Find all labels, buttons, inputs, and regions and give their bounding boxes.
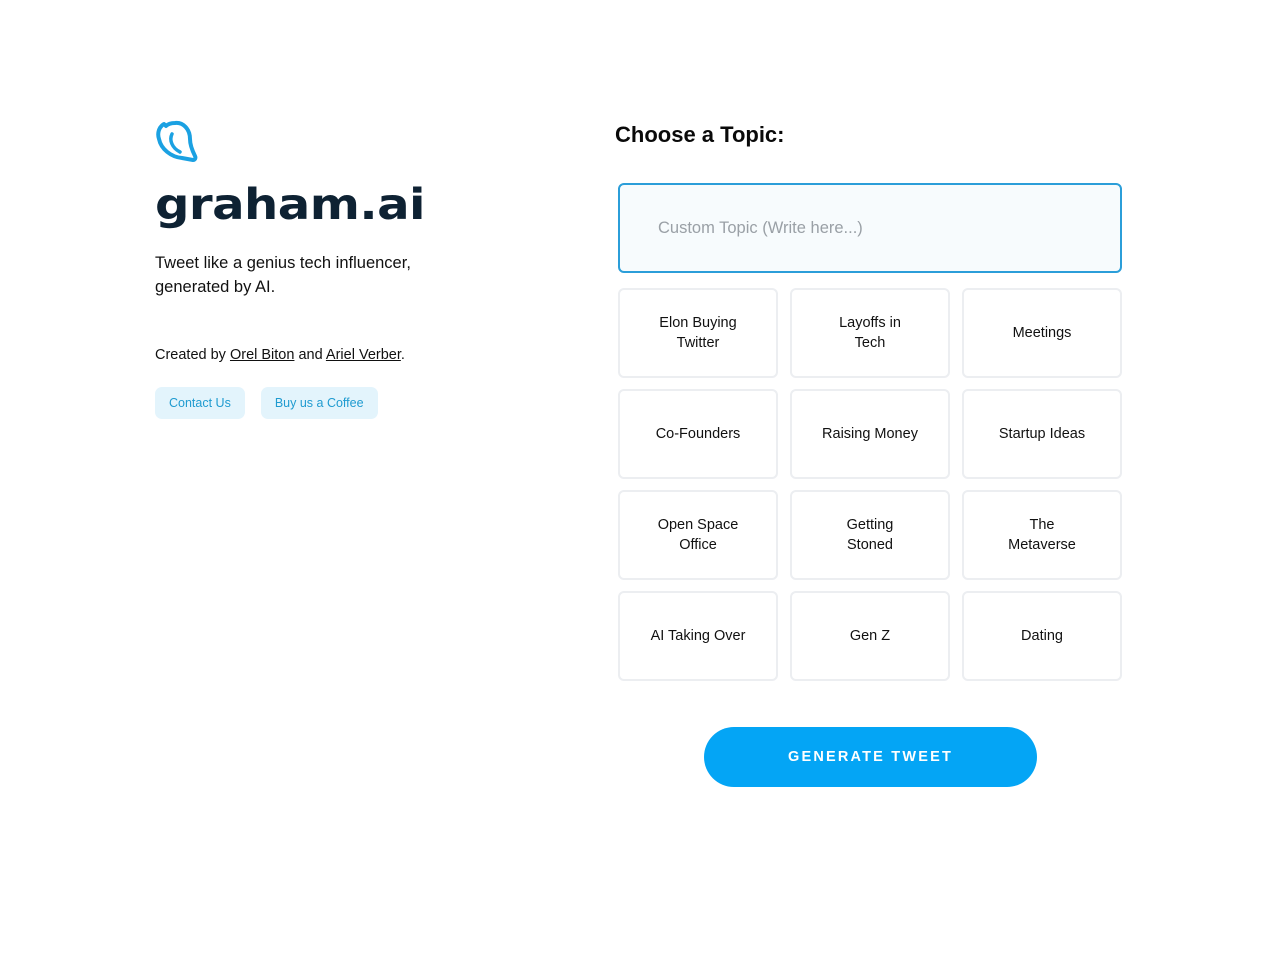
author-link-ariel-verber[interactable]: Ariel Verber [326, 347, 401, 363]
author-link-orel-biton[interactable]: Orel Biton [230, 347, 294, 363]
contact-us-button[interactable]: Contact Us [155, 387, 245, 419]
buy-coffee-button[interactable]: Buy us a Coffee [260, 387, 378, 419]
topic-card[interactable]: Gen Z [790, 591, 950, 681]
topic-grid: Elon Buying Twitter Layoffs in Tech Meet… [618, 288, 1122, 681]
page: graham.ai Tweet like a genius tech influ… [0, 0, 1280, 960]
link-buttons: Contact Us Buy us a Coffee [155, 387, 378, 419]
generate-tweet-button[interactable]: GENERATE TWEET [704, 727, 1037, 787]
topic-card[interactable]: Startup Ideas [962, 389, 1122, 479]
topic-card[interactable]: AI Taking Over [618, 591, 778, 681]
topic-card[interactable]: Raising Money [790, 389, 950, 479]
topic-card[interactable]: Getting Stoned [790, 490, 950, 580]
topic-card[interactable]: Layoffs in Tech [790, 288, 950, 378]
credits-suffix: . [400, 347, 405, 363]
topic-card[interactable]: Co-Founders [618, 389, 778, 479]
credits-prefix: Created by [155, 347, 230, 363]
bird-icon [156, 120, 198, 162]
credits: Created by Orel Biton and Ariel Verber. [155, 347, 405, 363]
topic-card[interactable]: The Metaverse [962, 490, 1122, 580]
custom-topic-input[interactable] [618, 183, 1122, 273]
tagline: Tweet like a genius tech influencer, gen… [155, 254, 411, 296]
topic-card[interactable]: Meetings [962, 288, 1122, 378]
brand-name: graham.ai [155, 180, 426, 230]
credits-middle: and [294, 347, 326, 363]
topic-card[interactable]: Open Space Office [618, 490, 778, 580]
topic-card[interactable]: Elon Buying Twitter [618, 288, 778, 378]
topic-heading: Choose a Topic: [615, 122, 785, 147]
topic-card[interactable]: Dating [962, 591, 1122, 681]
